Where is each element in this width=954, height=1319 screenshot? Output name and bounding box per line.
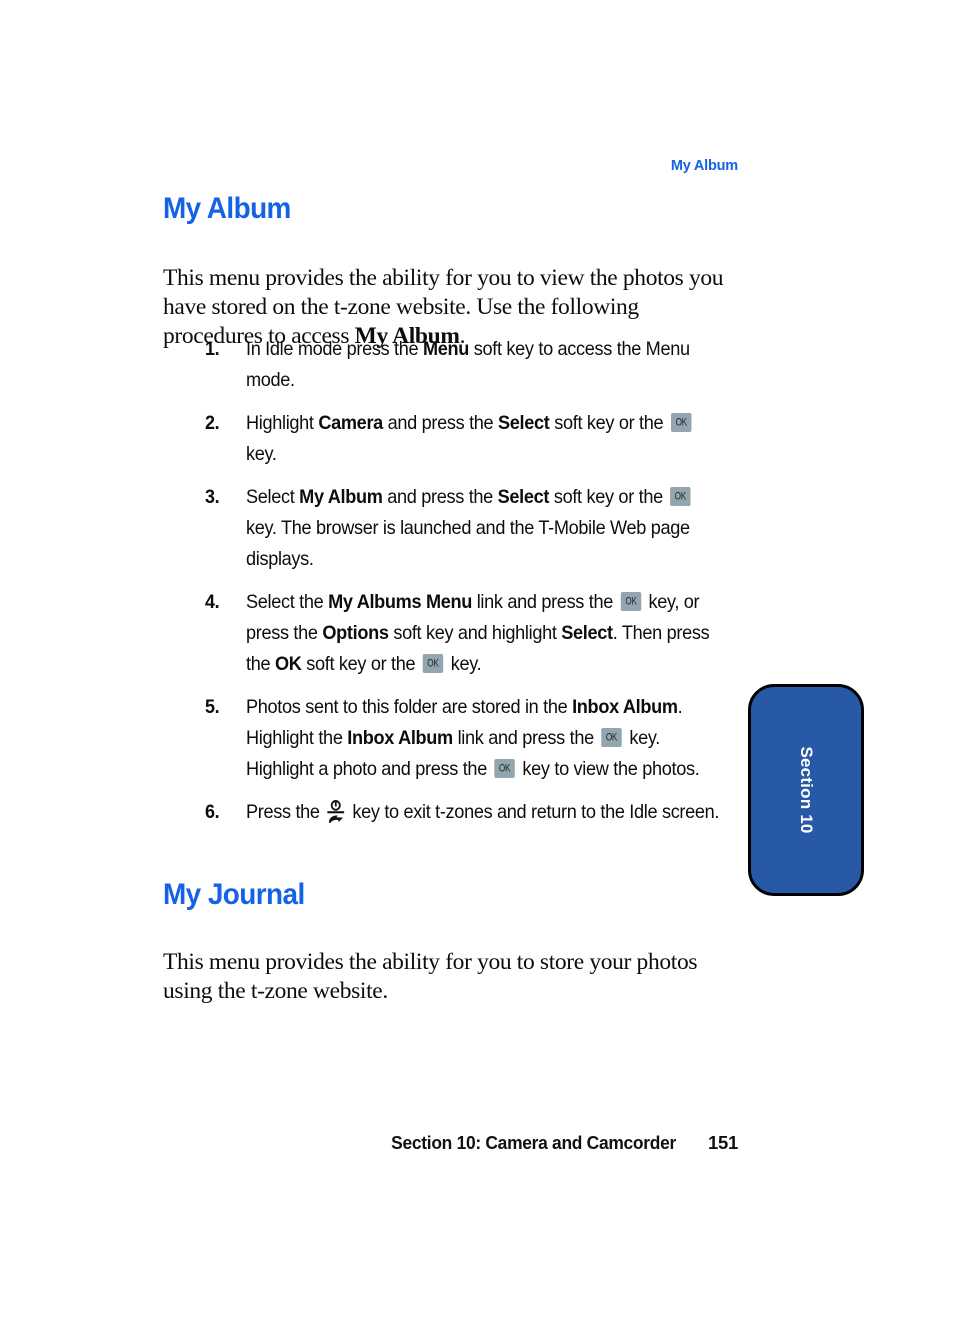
page-footer: Section 10: Camera and Camcorder 151 <box>0 1132 738 1154</box>
procedure-step: 3. Select My Album and press the Select s… <box>205 482 755 575</box>
step-number: 3. <box>205 486 220 508</box>
procedure-step: 4. Select the My Albums Menu link and pre… <box>205 587 755 680</box>
section-heading-my-journal: My Journal <box>163 878 305 911</box>
ui-term: My Albums Menu <box>328 591 473 613</box>
ui-term: Camera <box>318 412 383 434</box>
footer-section-title: Section 10: Camera and Camcorder <box>391 1132 677 1153</box>
section-thumb-tab: Section 10 <box>748 684 864 896</box>
footer-page-number: 151 <box>708 1132 738 1153</box>
intro-paragraph-my-journal: This menu provides the ability for you t… <box>163 948 698 1004</box>
step-text: Select the My Albums Menu link and press… <box>246 587 719 680</box>
ui-term: Select <box>497 486 550 508</box>
ui-term: My Album <box>299 486 383 508</box>
ok-key-icon <box>620 592 641 611</box>
ui-term: OK <box>274 653 302 675</box>
step-text: Photos sent to this folder are stored in… <box>246 692 719 785</box>
step-text: Highlight Camera and press the Select so… <box>246 408 719 470</box>
step-number: 5. <box>205 696 220 718</box>
ok-key-icon <box>670 413 692 432</box>
procedure-step: 6. Press the key to exit t-zones and retu… <box>205 797 755 828</box>
step-text: Press the key to exit t-zones and return… <box>246 800 720 824</box>
ok-key-icon <box>601 728 622 747</box>
procedure-step: 1. In Idle mode press the Menu soft key t… <box>205 334 755 396</box>
section-heading-my-album: My Album <box>163 192 291 225</box>
ok-key-icon <box>494 759 515 778</box>
procedure-step-list: 1. In Idle mode press the Menu soft key t… <box>205 334 755 840</box>
step-text: In Idle mode press the Menu soft key to … <box>246 338 690 391</box>
running-header: My Album <box>670 158 738 174</box>
ok-key-icon <box>422 654 444 673</box>
procedure-step: 2. Highlight Camera and press the Select … <box>205 408 755 470</box>
step-number: 2. <box>205 412 220 434</box>
step-number: 6. <box>205 801 220 823</box>
ui-term: Select <box>561 622 613 644</box>
step-number: 1. <box>205 338 220 360</box>
step-text: Select My Album and press the Select sof… <box>246 482 719 575</box>
section-tab-label: Section 10 <box>797 746 816 834</box>
ui-term: Inbox Album <box>347 727 453 749</box>
ui-term: Options <box>322 622 389 644</box>
end-key-icon <box>326 800 346 824</box>
step-number: 4. <box>205 591 220 613</box>
procedure-step: 5. Photos sent to this folder are stored … <box>205 692 755 785</box>
ui-term: Inbox Album <box>572 696 678 718</box>
manual-page: My Album My Album This menu provides the… <box>0 0 954 1319</box>
ok-key-icon <box>670 487 691 506</box>
ui-term: Select <box>498 412 550 434</box>
ui-term: Menu <box>422 338 470 360</box>
